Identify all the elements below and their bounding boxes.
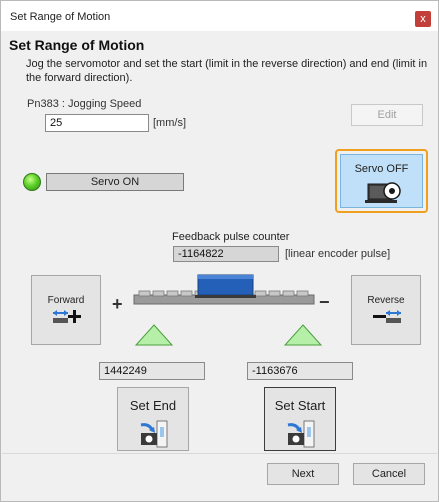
jogging-speed-label: Pn383 : Jogging Speed (27, 98, 142, 110)
feedback-counter-label: Feedback pulse counter (172, 231, 290, 243)
jogging-speed-unit: [mm/s] (153, 117, 186, 129)
forward-direction-plus: + (112, 294, 123, 314)
jog-forward-label: Forward (47, 295, 85, 306)
close-icon: x (420, 13, 426, 25)
servo-off-label: Servo OFF (354, 163, 409, 175)
cancel-button[interactable]: Cancel (353, 463, 425, 485)
jog-reverse-label: Reverse (367, 295, 405, 306)
feedback-counter-unit: [linear encoder pulse] (285, 248, 391, 260)
set-start-motor-icon (287, 420, 315, 448)
forward-arrow-icon (53, 310, 81, 323)
instruction-text: Jog the servomotor and set the start (li… (26, 58, 428, 84)
set-start-label: Set Start (274, 398, 326, 413)
next-button[interactable]: Next (267, 463, 339, 485)
servo-off-button-face: Servo OFF (340, 154, 423, 208)
servo-on-indicator: Servo ON (46, 173, 184, 191)
end-position-marker-icon (134, 324, 174, 346)
edit-button[interactable]: Edit (351, 104, 423, 126)
title-bar[interactable]: Set Range of Motion x (1, 1, 438, 31)
feedback-counter-value: -1164822 (173, 246, 279, 262)
footer-divider (2, 453, 437, 454)
set-end-label: Set End (129, 398, 177, 413)
set-end-motor-icon (140, 420, 168, 448)
jogging-speed-input[interactable] (45, 114, 149, 132)
jog-forward-button[interactable]: Forward (31, 275, 101, 345)
start-position-field: -1163676 (247, 362, 353, 380)
window-title: Set Range of Motion (10, 11, 111, 23)
end-position-field: 1442249 (99, 362, 205, 380)
linear-axis-graphic (133, 274, 315, 305)
servo-off-button[interactable]: Servo OFF (335, 149, 428, 213)
close-button[interactable]: x (415, 11, 431, 27)
reverse-arrow-icon (373, 310, 401, 323)
start-position-marker-icon (283, 324, 323, 346)
page-heading: Set Range of Motion (9, 37, 145, 53)
servo-motor-icon (365, 182, 401, 203)
reverse-direction-minus: − (319, 292, 330, 312)
dialog-window: Set Range of Motion x Set Range of Motio… (0, 0, 439, 502)
set-start-button[interactable]: Set Start (264, 387, 336, 451)
servo-status-led (23, 173, 41, 191)
jog-reverse-button[interactable]: Reverse (351, 275, 421, 345)
set-end-button[interactable]: Set End (117, 387, 189, 451)
